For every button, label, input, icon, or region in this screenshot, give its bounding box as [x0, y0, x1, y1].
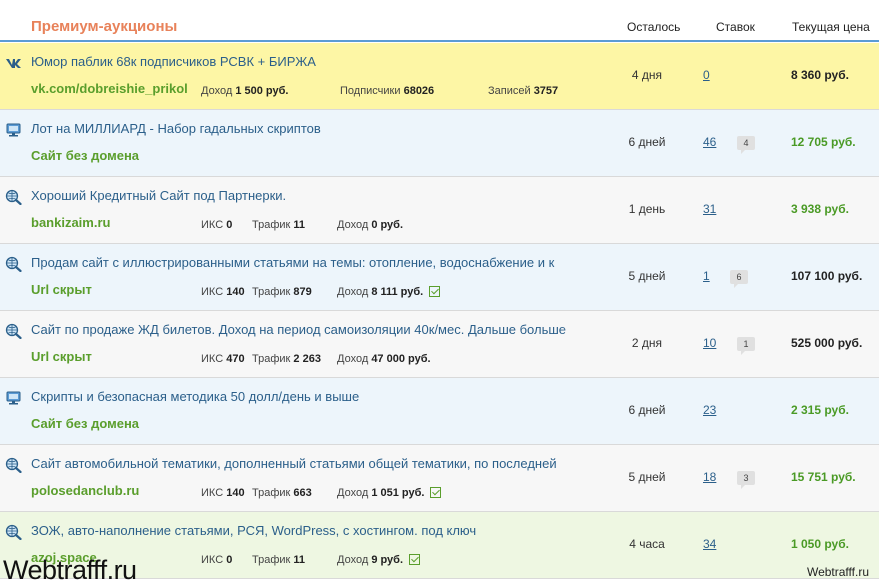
watermark-left: Webtrafff.ru [3, 555, 137, 585]
verified-check-icon [429, 286, 441, 297]
auction-row[interactable]: Скрипты и безопасная методика 50 долл/де… [0, 378, 879, 445]
meta-stat-3: Доход 1 051 руб. [337, 487, 442, 499]
globe-search-icon [5, 457, 22, 474]
current-price: 12 705 руб. [791, 135, 856, 149]
globe-search-icon [5, 189, 22, 206]
lot-title-link[interactable]: Сайт автомобильной тематики, дополненный… [31, 456, 601, 474]
auction-table-header: Премиум-аукционы Осталось Ставок Текущая… [0, 0, 879, 42]
time-left: 1 день [628, 202, 666, 216]
auction-row[interactable]: Продам сайт с иллюстрированными статьями… [0, 244, 879, 311]
globe-search-icon [5, 323, 22, 340]
bids-count-link[interactable]: 18 [703, 470, 716, 484]
meta-stat-3: Доход 47 000 руб. [337, 353, 431, 365]
meta-stat-3: Доход 0 руб. [337, 219, 404, 231]
current-price: 3 938 руб. [791, 202, 849, 216]
comments-count-badge[interactable]: 4 [737, 136, 755, 154]
lot-domain-link[interactable]: Сайт без домена [31, 148, 191, 166]
lot-domain-link[interactable]: vk.com/dobreishie_prikol [31, 81, 191, 99]
globe-search-icon [5, 256, 22, 273]
column-header-price[interactable]: Текущая цена [792, 20, 870, 34]
bids-count-link[interactable]: 10 [703, 336, 716, 350]
monitor-icon [5, 122, 22, 138]
auction-row[interactable]: Хороший Кредитный Сайт под Партнерки. ban… [0, 177, 879, 244]
meta-stat-2: Подписчики 68026 [340, 85, 435, 97]
vk-icon [5, 55, 22, 71]
monitor-icon [5, 390, 22, 406]
meta-stat-1: ИКС 0 [201, 219, 233, 231]
time-left: 6 дней [628, 403, 666, 417]
meta-stat-1: ИКС 470 [201, 353, 245, 365]
title-fade [560, 319, 605, 343]
lot-title-link[interactable]: ЗОЖ, авто-наполнение статьями, РСЯ, Word… [31, 523, 601, 541]
meta-stat-2: Трафик 11 [252, 554, 306, 566]
meta-stat-3: Доход 8 111 руб. [337, 286, 441, 298]
comments-count-badge[interactable]: 6 [730, 270, 748, 288]
meta-stat-3: Доход 9 руб. [337, 554, 421, 566]
comments-count-badge[interactable]: 1 [737, 337, 755, 355]
title-fade [560, 386, 605, 410]
meta-stat-3: Записей 3757 [488, 85, 559, 97]
time-left: 6 дней [628, 135, 666, 149]
globe-search-icon [5, 524, 22, 541]
bids-count-link[interactable]: 34 [703, 537, 716, 551]
auction-row[interactable]: Юмор паблик 68к подписчиков РСВК + БИРЖА… [0, 43, 879, 110]
current-price: 525 000 руб. [791, 336, 863, 350]
bids-count-link[interactable]: 0 [703, 68, 710, 82]
time-left: 5 дней [628, 269, 666, 283]
lot-domain-link[interactable]: Сайт без домена [31, 416, 191, 434]
current-price: 8 360 руб. [791, 68, 849, 82]
lot-domain-link[interactable]: bankizaim.ru [31, 215, 191, 233]
auction-row[interactable]: Сайт автомобильной тематики, дополненный… [0, 445, 879, 512]
title-fade [560, 51, 605, 75]
title-fade [560, 185, 605, 209]
column-header-time-left[interactable]: Осталось [627, 20, 680, 34]
title-fade [560, 118, 605, 142]
bids-count-link[interactable]: 31 [703, 202, 716, 216]
meta-stat-1: ИКС 0 [201, 554, 233, 566]
current-price: 107 100 руб. [791, 269, 863, 283]
meta-stat-2: Трафик 879 [252, 286, 312, 298]
meta-stat-2: Трафик 11 [252, 219, 306, 231]
lot-title-link[interactable]: Хороший Кредитный Сайт под Партнерки. [31, 188, 601, 206]
verified-check-icon [409, 554, 421, 565]
meta-stat-2: Трафик 663 [252, 487, 312, 499]
verified-check-icon [430, 487, 442, 498]
meta-stat-2: Трафик 2 263 [252, 353, 321, 365]
title-fade [560, 520, 605, 544]
lot-title-link[interactable]: Сайт по продаже ЖД билетов. Доход на пер… [31, 322, 601, 340]
current-price: 1 050 руб. [791, 537, 849, 551]
lot-title-link[interactable]: Юмор паблик 68к подписчиков РСВК + БИРЖА [31, 54, 601, 72]
current-price: 2 315 руб. [791, 403, 849, 417]
lot-title-link[interactable]: Продам сайт с иллюстрированными статьями… [31, 255, 601, 273]
time-left: 4 дня [631, 68, 663, 82]
lot-domain-link[interactable]: Url скрыт [31, 349, 191, 367]
bids-count-link[interactable]: 46 [703, 135, 716, 149]
meta-stat-1: ИКС 140 [201, 286, 245, 298]
watermark-right: Webtrafff.ru [806, 565, 869, 579]
time-left: 5 дней [628, 470, 666, 484]
time-left: 2 дня [631, 336, 663, 350]
meta-stat-1: ИКС 140 [201, 487, 245, 499]
lot-title-link[interactable]: Лот на МИЛЛИАРД - Набор гадальных скрипт… [31, 121, 601, 139]
title-fade [560, 453, 605, 477]
auction-row[interactable]: Лот на МИЛЛИАРД - Набор гадальных скрипт… [0, 110, 879, 177]
bids-count-link[interactable]: 23 [703, 403, 716, 417]
lot-domain-link[interactable]: Url скрыт [31, 282, 191, 300]
column-header-bids[interactable]: Ставок [716, 20, 755, 34]
meta-stat-1: Доход 1 500 руб. [201, 85, 289, 97]
title-fade [560, 252, 605, 276]
bids-count-link[interactable]: 1 [703, 269, 710, 283]
time-left: 4 часа [629, 537, 665, 551]
auction-row[interactable]: Сайт по продаже ЖД билетов. Доход на пер… [0, 311, 879, 378]
current-price: 15 751 руб. [791, 470, 856, 484]
comments-count-badge[interactable]: 3 [737, 471, 755, 489]
lot-title-link[interactable]: Скрипты и безопасная методика 50 долл/де… [31, 389, 601, 407]
lot-domain-link[interactable]: polosedanclub.ru [31, 483, 191, 501]
section-title: Премиум-аукционы [31, 18, 178, 35]
